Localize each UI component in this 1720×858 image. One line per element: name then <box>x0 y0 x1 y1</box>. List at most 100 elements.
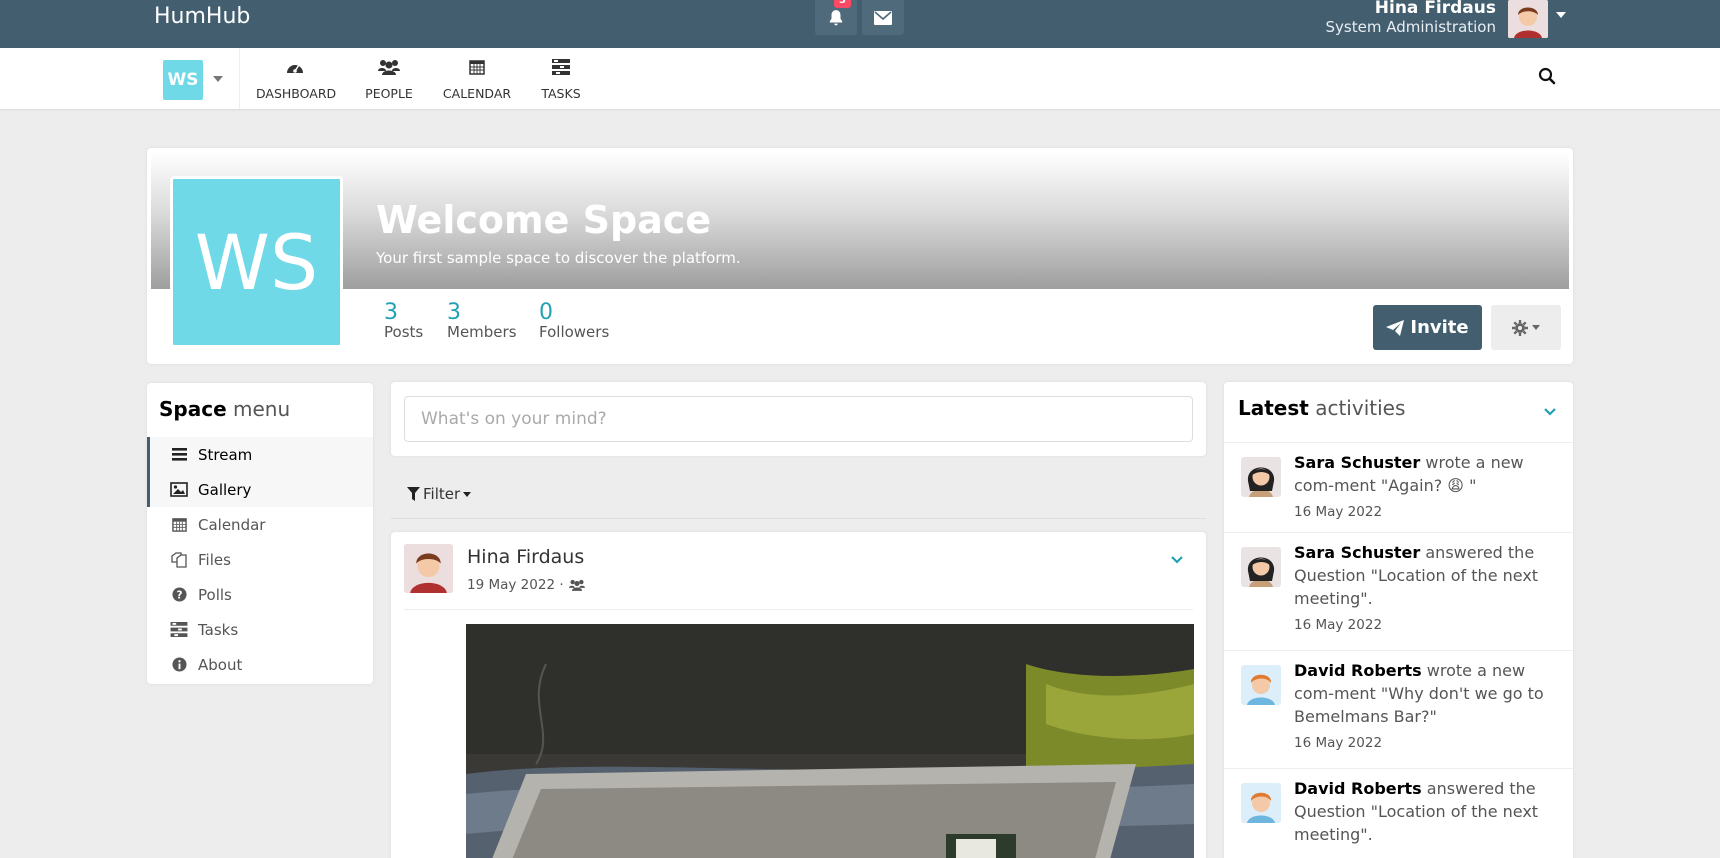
avatar[interactable] <box>1241 783 1281 823</box>
menu-item-label: Tasks <box>198 620 239 639</box>
info-icon <box>169 656 189 674</box>
activity-user[interactable]: Sara Schuster <box>1294 453 1420 472</box>
nav-item-people[interactable]: PEOPLE <box>364 56 414 101</box>
chevron-down-icon <box>463 491 472 497</box>
nav-item-dashboard[interactable]: DASHBOARD <box>256 56 337 101</box>
activity-item[interactable]: Sara Schuster answered the Question "Loc… <box>1224 532 1573 651</box>
tasks-icon <box>552 59 570 75</box>
nav-item-label: DASHBOARD <box>256 86 337 101</box>
gear-icon <box>1512 319 1528 336</box>
calendar-icon <box>469 60 485 75</box>
search-button[interactable] <box>1538 67 1556 89</box>
people-icon <box>568 579 585 591</box>
chevron-down-icon <box>1532 325 1540 330</box>
post-author-avatar[interactable] <box>404 544 453 593</box>
post-composer: What's on your mind? <box>391 382 1206 456</box>
post-meta: 19 May 2022 · <box>467 577 585 593</box>
activity-user[interactable]: David Roberts <box>1294 661 1422 680</box>
calendar-icon <box>169 516 189 534</box>
stat-value: 3 <box>384 300 398 325</box>
user-avatar[interactable] <box>1508 0 1548 38</box>
top-bar: HumHub 3 Hina Firdaus System Administrat… <box>0 0 1720 48</box>
menu-item-polls[interactable]: ? Polls <box>147 577 373 612</box>
stream-post: Hina Firdaus 19 May 2022 · <box>391 532 1206 858</box>
post-image[interactable] <box>466 624 1194 858</box>
tasks-icon <box>169 621 189 639</box>
divider <box>391 518 1206 519</box>
activity-date: 16 May 2022 <box>1294 617 1383 633</box>
search-icon <box>1538 67 1556 85</box>
space-chooser-avatar[interactable]: WS <box>163 60 203 100</box>
space-menu: Space menu Stream Gallery Calendar Files… <box>147 383 373 684</box>
menu-item-stream[interactable]: Stream <box>147 437 373 472</box>
menu-item-label: About <box>198 655 243 674</box>
nav-item-tasks[interactable]: TASKS <box>540 56 582 101</box>
menu-item-label: Files <box>198 550 231 569</box>
activity-date: 16 May 2022 <box>1294 504 1383 520</box>
user-title: System Administration <box>1325 18 1496 36</box>
menu-item-files[interactable]: Files <box>147 542 373 577</box>
files-icon <box>169 551 189 569</box>
menu-item-tasks[interactable]: Tasks <box>147 612 373 647</box>
menu-item-label: Stream <box>198 445 253 464</box>
nav-item-calendar[interactable]: CALENDAR <box>442 56 512 101</box>
paper-plane-icon <box>1386 319 1405 336</box>
nav-divider <box>239 48 240 109</box>
svg-text:?: ? <box>176 589 182 601</box>
stat-posts[interactable]: 3 Posts <box>384 300 423 341</box>
avatar[interactable] <box>1241 665 1281 705</box>
main-navigation: WS DASHBOARD PEOPLE CALENDAR TASKS <box>0 48 1720 109</box>
dashboard-icon <box>287 64 303 73</box>
notifications-button[interactable]: 3 <box>815 0 857 35</box>
question-circle-icon: ? <box>169 586 189 604</box>
post-author-name[interactable]: Hina Firdaus <box>467 546 584 568</box>
menu-item-gallery[interactable]: Gallery <box>147 472 373 507</box>
brand-logo[interactable]: HumHub <box>154 4 250 29</box>
menu-item-about[interactable]: About <box>147 647 373 682</box>
bell-icon <box>829 9 843 25</box>
post-menu-chevron-icon[interactable] <box>1170 550 1184 569</box>
envelope-icon <box>874 10 892 25</box>
divider <box>404 609 1193 610</box>
menu-item-label: Gallery <box>198 480 252 499</box>
stat-followers[interactable]: 0 Followers <box>539 300 609 341</box>
gallery-icon <box>169 481 189 499</box>
space-chooser-caret-icon[interactable] <box>213 76 223 82</box>
space-title: Welcome Space <box>376 198 712 242</box>
space-header: WS Welcome Space Your first sample space… <box>147 148 1573 364</box>
activity-item[interactable]: David Roberts answered the Question "Loc… <box>1224 768 1573 858</box>
menu-item-calendar[interactable]: Calendar <box>147 507 373 542</box>
menu-item-label: Calendar <box>198 515 266 534</box>
space-banner <box>151 152 1569 289</box>
activity-date: 16 May 2022 <box>1294 735 1383 751</box>
user-name[interactable]: Hina Firdaus <box>1375 0 1496 18</box>
stat-value: 0 <box>539 300 553 325</box>
activities-heading: Latest activities <box>1238 396 1406 420</box>
user-menu-caret-icon[interactable] <box>1556 12 1566 18</box>
post-date[interactable]: 19 May 2022 · <box>467 577 564 593</box>
filter-dropdown[interactable]: Filter <box>407 485 472 503</box>
avatar[interactable] <box>1241 547 1281 587</box>
nav-item-label: TASKS <box>541 86 581 101</box>
stat-label: Followers <box>539 323 610 341</box>
space-settings-button[interactable] <box>1491 305 1561 350</box>
activity-user[interactable]: David Roberts <box>1294 779 1422 798</box>
notification-count-badge: 3 <box>834 0 851 8</box>
filter-label: Filter <box>423 485 461 503</box>
invite-label: Invite <box>1410 317 1469 338</box>
activity-user[interactable]: Sara Schuster <box>1294 543 1420 562</box>
space-description: Your first sample space to discover the … <box>376 249 741 267</box>
invite-button[interactable]: Invite <box>1373 305 1482 350</box>
stat-members[interactable]: 3 Members <box>447 300 517 341</box>
space-menu-heading: Space menu <box>159 397 291 421</box>
space-avatar: WS <box>170 176 343 348</box>
people-icon <box>378 60 400 75</box>
activity-item[interactable]: David Roberts wrote a new com-ment "Why … <box>1224 650 1573 769</box>
menu-item-label: Polls <box>198 585 232 604</box>
avatar[interactable] <box>1241 457 1281 497</box>
filter-icon <box>407 487 420 501</box>
messages-button[interactable] <box>862 0 904 35</box>
stat-label: Posts <box>384 323 424 341</box>
post-input[interactable]: What's on your mind? <box>404 396 1193 442</box>
collapse-chevron-icon[interactable] <box>1543 402 1557 421</box>
